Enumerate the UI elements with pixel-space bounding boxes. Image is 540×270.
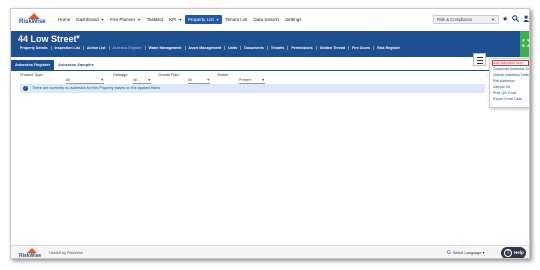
subnav-risk-register[interactable]: Risk Register xyxy=(374,46,403,50)
top-navigation: RiskWise Home Dashboard ▼ Fire Planner ▼ Task… xyxy=(11,9,529,31)
nav-item-label: Fire Planner xyxy=(110,17,136,22)
chevron-down-icon: ▼ xyxy=(147,78,151,82)
expand-button[interactable] xyxy=(520,31,529,57)
site-select-value: Risk & Compliance xyxy=(437,17,473,22)
chevron-down-icon[interactable]: ▼ xyxy=(75,35,81,41)
nav-item-home[interactable]: Home xyxy=(55,15,73,24)
help-icon: ? xyxy=(504,249,512,257)
subnav-golden-thread[interactable]: Golden Thread xyxy=(317,46,350,50)
top-icons: ★ xyxy=(502,15,529,25)
actions-dropdown: Add Asbestos Item Download Asbestos Data U… xyxy=(489,58,529,108)
filter-damage-value: All xyxy=(133,78,137,82)
footer-brand-name: RiskWise xyxy=(19,253,42,259)
help-label: Help xyxy=(514,250,524,255)
nav-item-label: Settings xyxy=(284,17,302,22)
footer-logo: RiskWise xyxy=(19,248,45,259)
site-select[interactable]: Risk & Compliance ▼ xyxy=(433,15,499,24)
nav-item-label: Property List xyxy=(187,17,214,22)
info-banner: i There are currently no Asbestos for th… xyxy=(20,84,485,93)
nav-item-kpi[interactable]: KPI ▼ xyxy=(166,15,185,24)
register-tabs: Asbestos Register Asbestos Samples xyxy=(11,60,98,70)
tab-asbestos-register[interactable]: Asbestos Register xyxy=(11,60,55,70)
tab-asbestos-samples[interactable]: Asbestos Samples xyxy=(54,60,98,70)
nav-item-tenant-list[interactable]: Tenant List xyxy=(222,15,250,24)
chevron-down-icon: ▼ xyxy=(178,18,182,22)
menu-item-print-qr-code[interactable]: Print QR Code xyxy=(493,91,516,95)
menu-item-add-asbestos-item[interactable]: Add Asbestos Item xyxy=(493,61,523,65)
page-title: 44 Low Street xyxy=(18,34,77,44)
expand-icon xyxy=(522,39,529,47)
nav-item-settings[interactable]: Settings xyxy=(282,15,305,24)
nav-item-label: KPI xyxy=(169,17,177,22)
user-add-icon[interactable] xyxy=(523,15,529,25)
app-window: RiskWise Home Dashboard ▼ Fire Planner ▼ Task… xyxy=(10,8,530,259)
nav-item-label: Home xyxy=(58,17,71,22)
chevron-down-icon: ▼ xyxy=(100,78,104,82)
brand-name: RiskWise xyxy=(19,19,46,25)
nav-item-dashboard[interactable]: Dashboard ▼ xyxy=(73,15,107,24)
chevron-down-icon: ▼ xyxy=(206,78,210,82)
search-icon[interactable] xyxy=(512,15,520,25)
filter-bar: Product Type: All ▼ Damage: All ▼ Overall … xyxy=(11,73,529,84)
actions-menu-button[interactable] xyxy=(473,53,486,66)
tab-divider xyxy=(11,70,529,71)
footer: RiskWise Hosted by RiskWise G Select Lang… xyxy=(11,245,529,259)
nav-item-property-list[interactable]: Property List ▼ xyxy=(184,15,223,24)
filter-label-product-type: Product Type: xyxy=(20,73,44,77)
info-icon: i xyxy=(23,86,28,91)
chevron-down-icon: ▼ xyxy=(261,78,265,82)
filter-label-damage: Damage: xyxy=(113,73,129,77)
property-header: 44 Low Street ▼ Property Details Inspecti… xyxy=(11,31,529,57)
property-subnav: Property Details Inspection List Action Li… xyxy=(17,46,403,50)
language-label: Select Language xyxy=(452,251,482,255)
subnav-inspection-list[interactable]: Inspection List xyxy=(52,46,84,50)
main-menu: Home Dashboard ▼ Fire Planner ▼ TaskBot KPI ▼ Pr… xyxy=(55,15,305,24)
filter-label-status: Status: xyxy=(217,73,229,77)
language-selector[interactable]: G Select Language ▾ xyxy=(447,250,484,256)
subnav-fire-doors[interactable]: Fire Doors xyxy=(349,46,375,50)
info-message: There are currently no Asbestos for this… xyxy=(32,86,161,90)
nav-item-fire-planner[interactable]: Fire Planner ▼ xyxy=(107,15,144,24)
filter-status-value: Present xyxy=(239,78,252,82)
nav-item-label: TaskBot xyxy=(146,17,164,22)
menu-item-sample-all[interactable]: Sample All xyxy=(493,85,510,89)
subnav-permissions[interactable]: Permissions xyxy=(288,46,317,50)
filter-label-overall-risk: Overall Risk: xyxy=(158,73,180,77)
chevron-down-icon: ▼ xyxy=(215,18,220,22)
hamburger-icon-line xyxy=(477,60,483,61)
hosted-by-text: Hosted by RiskWise xyxy=(49,251,83,255)
subnav-units[interactable]: Units xyxy=(225,46,242,50)
nav-item-data-search[interactable]: Data Search xyxy=(250,15,282,24)
filter-product-type-value: All xyxy=(66,78,70,82)
subnav-asset-management[interactable]: Asset Management xyxy=(186,46,226,50)
filter-overall-risk-value: All xyxy=(188,78,192,82)
nav-item-label: Data Search xyxy=(253,17,279,22)
nav-item-taskbot[interactable]: TaskBot xyxy=(144,15,166,24)
brand-logo[interactable]: RiskWise xyxy=(19,13,49,27)
subnav-water-management[interactable]: Water Management xyxy=(146,46,186,50)
nav-item-label: Tenant List xyxy=(225,17,248,22)
help-button[interactable]: ? Help xyxy=(501,247,526,258)
menu-item-export-excel-data[interactable]: Export Excel Data xyxy=(493,97,522,101)
subnav-documents[interactable]: Documents xyxy=(241,46,268,50)
chevron-down-icon: ▼ xyxy=(491,17,495,22)
subnav-asbestos-register[interactable]: Asbestos Register xyxy=(110,46,146,50)
menu-item-download-asbestos-data[interactable]: Download Asbestos Data xyxy=(493,67,529,71)
google-icon: G xyxy=(447,250,451,256)
hamburger-icon-line xyxy=(477,63,483,64)
subnav-property-details[interactable]: Property Details xyxy=(17,46,52,50)
subnav-action-list[interactable]: Action List xyxy=(84,46,110,50)
subnav-tenants[interactable]: Tenants xyxy=(268,46,289,50)
hamburger-icon xyxy=(477,57,483,58)
menu-item-edit-asbestos[interactable]: Edit Asbestos xyxy=(493,79,515,83)
star-icon[interactable]: ★ xyxy=(502,16,508,24)
chevron-down-icon: ▼ xyxy=(100,18,105,22)
menu-item-upload-asbestos-data[interactable]: Upload Asbestos Data xyxy=(493,73,529,77)
chevron-down-icon: ▼ xyxy=(137,18,141,22)
nav-item-label: Dashboard xyxy=(76,17,99,22)
